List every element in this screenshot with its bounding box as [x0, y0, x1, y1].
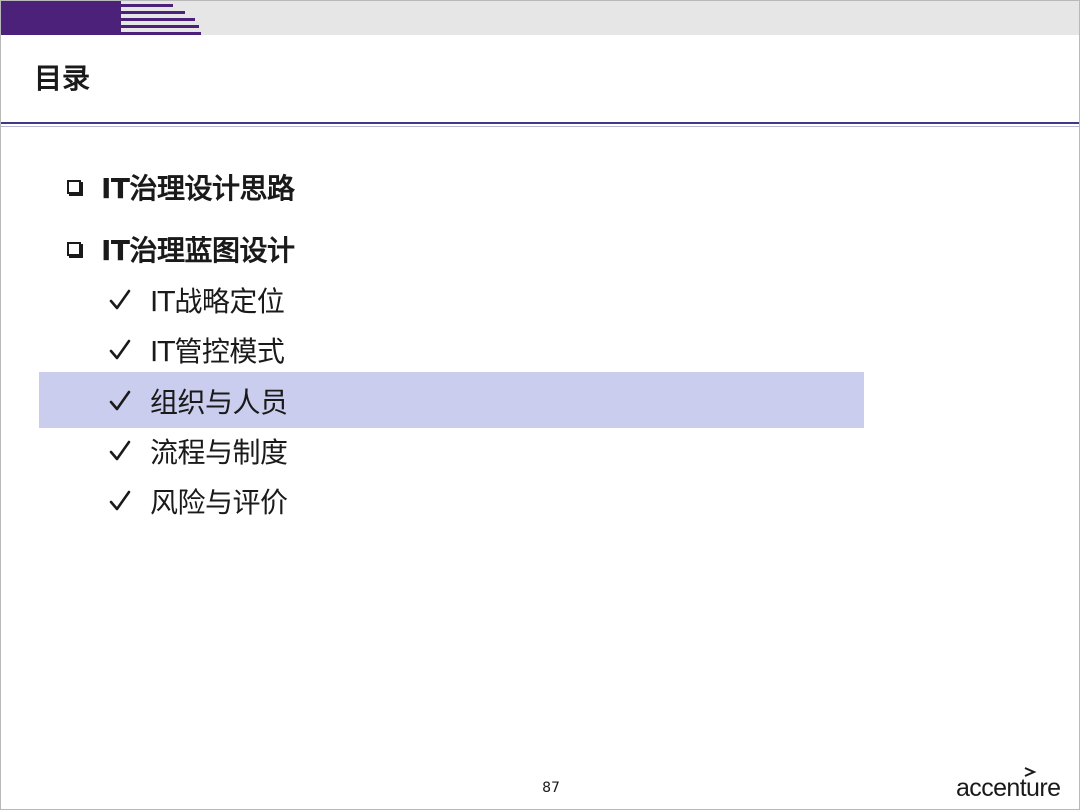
toc-sub-item-label: IT战略定位 — [150, 285, 285, 318]
toc-section-label: IT治理蓝图设计 — [101, 234, 295, 267]
slide: 目录 IT治理设计思路 IT治理蓝图设计 IT战略定位 IT管控模式 组织与人员… — [0, 0, 1080, 810]
toc-sub-item-label: 流程与制度 — [150, 436, 288, 469]
checkmark-icon — [109, 339, 131, 360]
checkbox-icon — [67, 180, 81, 194]
checkmark-icon — [109, 490, 131, 511]
toc-sub-item[interactable]: IT战略定位 — [109, 280, 285, 320]
toc-sub-item-label: IT管控模式 — [150, 335, 285, 368]
toc-section[interactable]: IT治理蓝图设计 — [67, 229, 295, 269]
toc-sub-item-current[interactable]: 组织与人员 — [109, 381, 288, 421]
page-number: 87 — [542, 780, 560, 796]
toc-sub-item-label: 组织与人员 — [150, 386, 288, 419]
brand-logo: accenture — [956, 767, 1071, 802]
toc-section[interactable]: IT治理设计思路 — [67, 167, 295, 207]
toc-sub-item[interactable]: 流程与制度 — [109, 431, 288, 471]
checkbox-icon — [67, 242, 81, 256]
checkmark-icon — [109, 289, 131, 310]
checkmark-icon — [109, 390, 131, 411]
toc-sub-item[interactable]: IT管控模式 — [109, 330, 285, 370]
checkmark-icon — [109, 440, 131, 461]
toc-sub-item-label: 风险与评价 — [150, 486, 288, 519]
toc-sub-item[interactable]: 风险与评价 — [109, 481, 288, 521]
toc-section-label: IT治理设计思路 — [101, 172, 295, 205]
brand-wordmark: accenture — [956, 774, 1061, 802]
table-of-contents: IT治理设计思路 IT治理蓝图设计 IT战略定位 IT管控模式 组织与人员 流程… — [1, 1, 1079, 601]
